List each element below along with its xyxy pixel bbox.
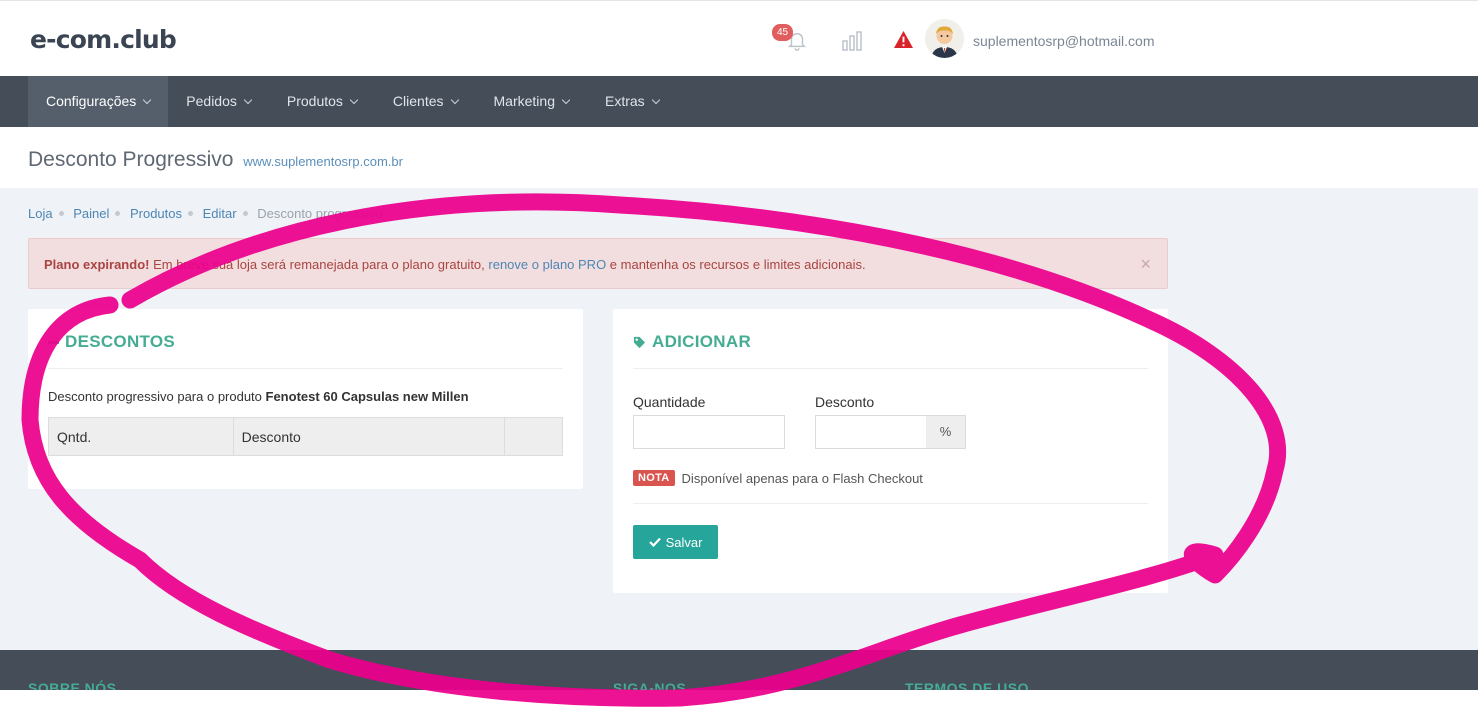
discounts-table: Qntd. Desconto: [48, 417, 563, 456]
warning-icon[interactable]: [893, 30, 914, 54]
breadcrumb-current: Desconto progressivo: [257, 206, 383, 221]
avatar[interactable]: [925, 19, 964, 58]
plan-expiring-alert: Plano expirando! Em breve sua loja será …: [28, 238, 1168, 289]
alert-text-end: e mantenha os recursos e limites adicion…: [606, 257, 866, 272]
footer-terms-heading: TERMOS DE USO: [905, 680, 1029, 690]
column-header-qntd: Qntd.: [48, 417, 234, 456]
add-panel-title: ADICIONAR: [633, 332, 751, 352]
nav-item-extras[interactable]: Extras: [587, 76, 677, 127]
footer-follow-heading: SIGA-NOS: [613, 680, 687, 690]
discount-description: Desconto progressivo para o produto Feno…: [48, 389, 469, 404]
save-button[interactable]: Salvar: [633, 525, 718, 559]
nav-item-produtos[interactable]: Produtos: [269, 76, 375, 127]
discounts-panel: DESCONTOS Desconto progressivo para o pr…: [28, 309, 583, 489]
divider: [48, 368, 563, 369]
note-text: Disponível apenas para o Flash Checkout: [681, 470, 923, 486]
product-name: Fenotest 60 Capsulas new Millen: [265, 389, 469, 404]
breadcrumb-separator: [188, 211, 194, 216]
notification-badge[interactable]: 45: [772, 24, 794, 41]
chevron-down-icon: [143, 95, 152, 105]
flash-checkout-note: NOTA Disponível apenas para o Flash Chec…: [633, 470, 923, 486]
breadcrumb-separator: [242, 211, 248, 216]
chevron-down-icon: [450, 95, 459, 105]
tag-icon: [633, 336, 646, 349]
discounts-panel-title: DESCONTOS: [48, 332, 175, 352]
nav-item-pedidos[interactable]: Pedidos: [168, 76, 269, 127]
nav-item-marketing[interactable]: Marketing: [476, 76, 587, 127]
chevron-down-icon: [243, 95, 253, 105]
top-bar: e-com.club 45 suplementosrp@hotmail.com: [0, 0, 1478, 76]
column-header-actions: [504, 417, 563, 456]
footer: SOBRE NÓS SIGA-NOS TERMOS DE USO: [0, 650, 1478, 690]
breadcrumb-produtos[interactable]: Produtos: [130, 206, 182, 221]
user-email[interactable]: suplementosrp@hotmail.com: [973, 33, 1155, 49]
close-icon[interactable]: ×: [1140, 239, 1151, 290]
note-badge: NOTA: [633, 470, 675, 486]
quantity-input[interactable]: [633, 415, 785, 449]
breadcrumb: Loja Painel Produtos Editar Desconto pro…: [28, 206, 383, 221]
renew-plan-link[interactable]: renove o plano PRO: [488, 257, 606, 272]
quantity-label: Quantidade: [633, 394, 706, 410]
logo-text: e-com.club: [30, 24, 177, 54]
nav-item-clientes[interactable]: Clientes: [375, 76, 476, 127]
alert-text: Em breve sua loja será remanejada para o…: [149, 257, 489, 272]
footer-about-heading: SOBRE NÓS: [28, 680, 117, 690]
percent-addon: %: [926, 415, 966, 449]
divider: [633, 368, 1148, 369]
chevron-down-icon: [349, 95, 359, 105]
discount-label: Desconto: [815, 394, 875, 410]
discount-input[interactable]: [815, 415, 927, 449]
breadcrumb-painel[interactable]: Painel: [73, 206, 109, 221]
breadcrumb-separator: [58, 211, 64, 216]
divider: [633, 503, 1148, 504]
bottom-strip: [0, 690, 1478, 718]
breadcrumb-editar[interactable]: Editar: [203, 206, 237, 221]
bar-chart-icon[interactable]: [842, 31, 862, 56]
content-area: Loja Painel Produtos Editar Desconto pro…: [0, 188, 1478, 650]
nav-item-configuracoes[interactable]: Configurações: [28, 76, 169, 127]
add-discount-panel: ADICIONAR Quantidade Desconto % NOTA Dis…: [613, 309, 1168, 593]
logo[interactable]: e-com.club: [30, 17, 177, 61]
alert-strong: Plano expirando!: [44, 257, 150, 272]
check-icon: [648, 537, 661, 547]
column-header-desconto: Desconto: [232, 417, 506, 456]
main-nav: Configurações Pedidos Produtos Clientes …: [0, 76, 1478, 127]
page-header: Desconto Progressivo www.suplementosrp.c…: [0, 127, 1478, 188]
page-title: Desconto Progressivo www.suplementosrp.c…: [28, 148, 403, 171]
breadcrumb-separator: [115, 211, 121, 216]
breadcrumb-loja[interactable]: Loja: [28, 206, 53, 221]
chevron-down-icon: [561, 95, 571, 105]
minus-icon[interactable]: [48, 340, 59, 344]
store-domain-link[interactable]: www.suplementosrp.com.br: [243, 154, 403, 169]
chevron-down-icon: [651, 95, 660, 105]
table-header-row: Qntd. Desconto: [48, 417, 563, 456]
